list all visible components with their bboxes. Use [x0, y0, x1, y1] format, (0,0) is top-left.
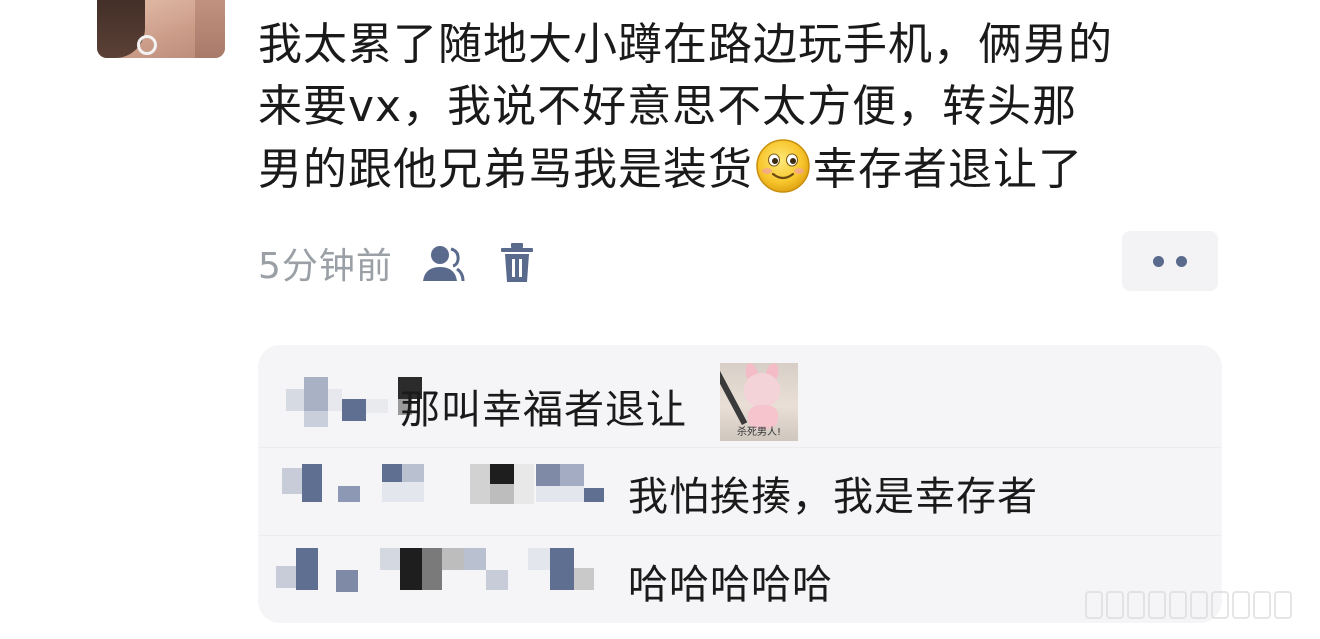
weibo-post-screen: 我太累了随地大小蹲在路边玩手机，俩男的 来要vx，我说不好意思不太方便，转头那 …: [0, 0, 1320, 639]
watermark-cell: [1148, 591, 1166, 619]
watermark-cell: [1169, 591, 1187, 619]
avatar[interactable]: [97, 0, 225, 58]
comment-text: 那叫幸福者退让: [400, 387, 687, 433]
avatar-hair-right: [195, 0, 225, 58]
delete-button[interactable]: [493, 239, 541, 287]
sticker-body: [748, 405, 778, 429]
sticker-caption: 杀死男人!: [736, 427, 781, 438]
comment-text: 哈哈哈哈哈: [628, 562, 833, 608]
visibility-button[interactable]: [419, 239, 467, 287]
avatar-earring: [137, 35, 157, 55]
watermark-cell: [1190, 591, 1208, 619]
post-line-2: 来要vx，我说不好意思不太方便，转头那: [258, 81, 1078, 132]
watermark-cell: [1253, 591, 1271, 619]
more-dots-icon: [1153, 255, 1164, 267]
watermark-cell: [1106, 591, 1124, 619]
pixelated-username: [276, 548, 636, 604]
trash-icon: [500, 243, 533, 282]
pixelated-username: [286, 377, 422, 427]
comment-item[interactable]: 哈哈哈哈哈: [258, 535, 1222, 616]
comment-list: 那叫幸福者退让 杀死男人! 我怕挨揍，我是幸存者 哈哈哈哈哈: [258, 345, 1222, 623]
post-line-3-tail: 幸存者退让了: [813, 144, 1083, 195]
post-line-3-head: 男的跟他兄弟骂我是装货: [258, 144, 753, 195]
post-line-1: 我太累了随地大小蹲在路边玩手机，俩男的: [258, 19, 1113, 70]
more-options-button[interactable]: [1122, 231, 1218, 291]
post-meta: 5分钟前: [258, 238, 541, 288]
post-body: 我太累了随地大小蹲在路边玩手机，俩男的 来要vx，我说不好意思不太方便，转头那 …: [258, 14, 1238, 201]
post-time: 5分钟前: [258, 246, 393, 287]
user-icon: [422, 246, 465, 282]
post-line-3: 男的跟他兄弟骂我是装货 幸存者退让了: [258, 138, 1238, 201]
watermark-cell: [1085, 591, 1103, 619]
watermark-strip: [1085, 591, 1292, 621]
comment-text: 我怕挨揍，我是幸存者: [628, 474, 1038, 520]
more-dots-icon-2: [1176, 255, 1187, 267]
watermark-cell: [1127, 591, 1145, 619]
comment-item[interactable]: 那叫幸福者退让 杀死男人!: [258, 363, 1222, 443]
pixelated-username: [282, 464, 642, 514]
watermark-cell: [1211, 591, 1229, 619]
sticker-image[interactable]: 杀死男人!: [720, 363, 798, 441]
slightly-smiling-face-emoji: [756, 139, 810, 193]
watermark-cell: [1274, 591, 1292, 619]
watermark-cell: [1232, 591, 1250, 619]
knife-shape: [720, 370, 748, 426]
sticker-head: [744, 373, 780, 407]
comment-item[interactable]: 我怕挨揍，我是幸存者: [258, 447, 1222, 528]
